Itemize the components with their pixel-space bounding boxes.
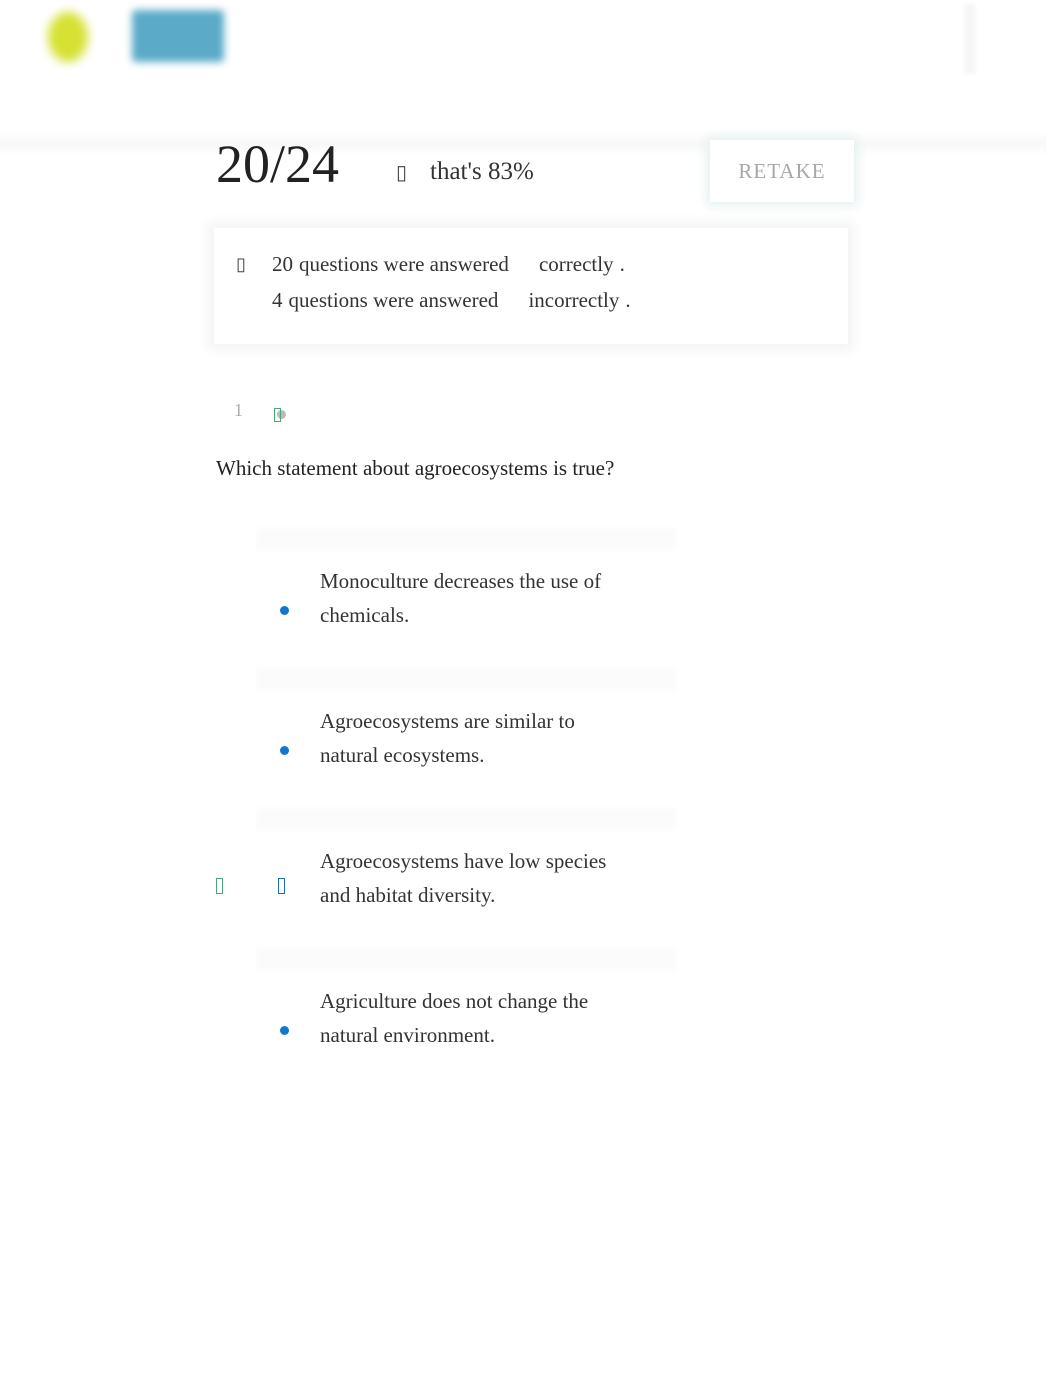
header — [0, 0, 1062, 140]
answer-option[interactable]: Monoculture decreases the use of chemica… — [216, 528, 676, 648]
bullet-icon — [280, 606, 289, 615]
bullet-icon — [280, 1026, 289, 1035]
flag-icon[interactable] — [274, 408, 281, 422]
correct-word: correctly — [538, 252, 614, 276]
incorrect-text: questions were answered — [288, 288, 499, 312]
correct-count: 20 — [272, 252, 293, 276]
incorrect-summary: 4 questions were answered incorrectly. — [272, 288, 631, 313]
correct-text: questions were answered — [299, 252, 509, 276]
retake-button[interactable]: RETAKE — [710, 140, 854, 202]
brand-logo-icon[interactable] — [132, 10, 224, 62]
option-text: Agriculture does not change the natural … — [320, 989, 589, 1047]
logo-icon[interactable] — [48, 12, 88, 62]
option-text: Monoculture decreases the use of chemica… — [320, 569, 602, 627]
header-shadow — [0, 132, 1046, 156]
option-header — [256, 948, 676, 970]
results-summary: ▯ 20 questions were answered correctly. 4q… — [214, 228, 848, 344]
question-text: Which statement about agroecosystems is … — [216, 456, 615, 480]
score-percent: that's 83% — [430, 158, 534, 185]
option-header — [256, 528, 676, 550]
correct-check-icon — [216, 878, 223, 894]
incorrect-count: 4 — [272, 288, 283, 312]
answer-option[interactable]: Agroecosystems are similar to natural ec… — [216, 668, 676, 788]
header-divider — [964, 4, 976, 74]
incorrect-word: incorrectly — [528, 288, 620, 312]
answer-option[interactable]: Agriculture does not change the natural … — [216, 948, 676, 1068]
option-text: Agroecosystems are similar to natural ec… — [320, 709, 575, 767]
period: . — [619, 252, 625, 276]
answer-option-selected[interactable]: Agroecosystems have low species and habi… — [216, 808, 676, 928]
score: 20/24 — [216, 134, 340, 194]
info-icon: ▯ — [396, 162, 408, 184]
option-text: Agroecosystems have low species and habi… — [320, 849, 607, 907]
selected-answer-icon — [278, 878, 285, 894]
option-header — [256, 668, 676, 690]
period: . — [625, 288, 631, 312]
question-number: 1 — [234, 400, 243, 420]
bullet-icon — [280, 746, 289, 755]
option-header — [256, 808, 676, 830]
correct-summary: 20 questions were answered correctly. — [272, 252, 625, 277]
info-icon: ▯ — [236, 254, 246, 274]
